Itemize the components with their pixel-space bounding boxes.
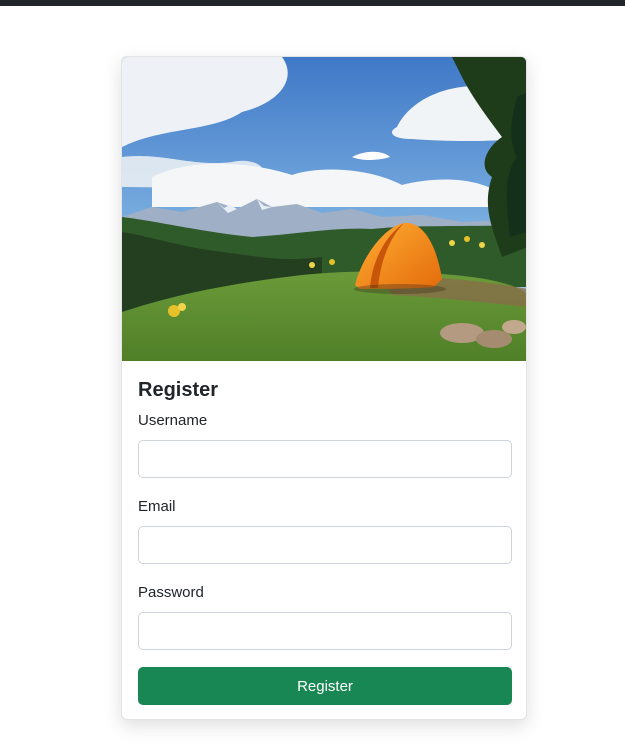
password-label: Password [138,584,204,601]
email-label: Email [138,498,176,515]
hero-image [122,57,526,361]
username-label: Username [138,412,208,429]
password-input[interactable] [138,612,512,650]
email-input[interactable] [138,526,512,564]
form-title: Register [138,379,219,401]
register-button[interactable]: Register [138,667,512,705]
username-input[interactable] [138,440,512,478]
camping-photo [122,57,526,361]
register-card: Register Username Email Password Registe… [121,56,527,720]
top-navbar-strip [0,0,625,6]
